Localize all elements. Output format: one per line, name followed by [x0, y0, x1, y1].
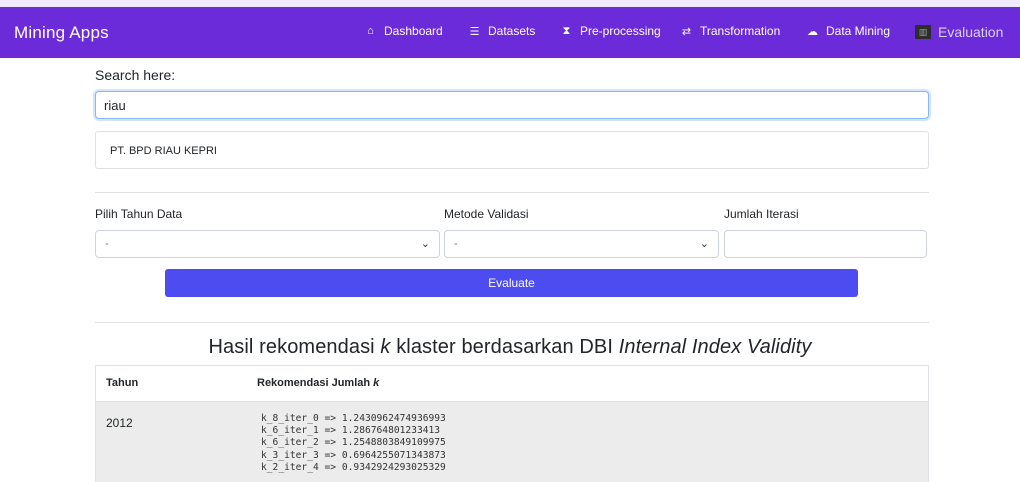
output-line: k_3_iter_3 => 0.6964255071343873 [261, 449, 446, 461]
search-input[interactable] [95, 91, 929, 119]
row-year: 2012 [106, 416, 133, 430]
results-title-prefix: Hasil rekomendasi [208, 336, 375, 358]
chevron-down-icon: ⌄ [420, 238, 430, 250]
method-label: Metode Validasi [444, 207, 529, 221]
exchange-icon: ⇄ [681, 25, 692, 38]
divider [95, 322, 929, 323]
search-label: Search here: [95, 67, 176, 83]
nav-data-mining-label: Data Mining [826, 24, 891, 38]
row-recommendation-output: k_8_iter_0 => 1.2430962474936993 k_6_iter… [261, 413, 446, 474]
chevron-down-icon: ⌄ [699, 238, 709, 250]
output-line: k_2_iter_4 => 0.9342924293025329 [261, 461, 446, 473]
output-line: k_6_iter_1 => 1.286764801233413 [261, 425, 441, 437]
nav-preprocessing-label: Pre-processing [580, 24, 661, 38]
year-select-value: - [105, 238, 109, 250]
column-header-recommendation: Rekomendasi Jumlah k [257, 377, 379, 389]
nav-dashboard[interactable]: ⌂ Dashboard [364, 24, 443, 38]
table-header: Tahun Rekomendasi Jumlah k [96, 366, 928, 402]
database-icon: ☰ [469, 25, 480, 38]
divider [95, 192, 929, 193]
results-title-italic: Internal Index Validity [618, 336, 812, 358]
method-select[interactable]: - ⌄ [444, 230, 719, 258]
nav-datasets[interactable]: ☰ Datasets [468, 24, 536, 38]
nav-data-mining[interactable]: ☁ Data Mining [806, 24, 890, 38]
navbar-top-strip [0, 0, 1020, 7]
table-row: 2012 k_8_iter_0 => 1.2430962474936993 k_6… [96, 402, 928, 482]
navbar: Mining Apps ⌂ Dashboard ☰ Datasets ⧗ Pre… [0, 0, 1020, 58]
nav-datasets-label: Datasets [488, 24, 536, 38]
nav-preprocessing[interactable]: ⧗ Pre-processing [560, 24, 661, 38]
year-select[interactable]: - ⌄ [95, 230, 440, 258]
nav-transformation[interactable]: ⇄ Transformation [680, 24, 780, 38]
evaluate-button[interactable]: Evaluate [165, 269, 858, 297]
chart-icon: ▥ [915, 25, 931, 39]
brand-link[interactable]: Mining Apps [14, 23, 109, 43]
output-line: k_6_iter_2 => 1.2548803849109975 [261, 437, 446, 449]
year-label: Pilih Tahun Data [95, 207, 183, 221]
cloud-icon: ☁ [807, 25, 818, 38]
search-results: PT. BPD RIAU KEPRI [95, 131, 929, 169]
hourglass-icon: ⧗ [562, 24, 571, 37]
home-icon: ⌂ [367, 25, 374, 37]
results-title: Hasil rekomendasi k klaster berdasarkan … [0, 336, 1020, 359]
iteration-input[interactable] [724, 230, 927, 258]
search-result-item[interactable]: PT. BPD RIAU KEPRI [110, 145, 217, 157]
method-select-value: - [454, 238, 458, 250]
results-title-k: k [380, 336, 391, 358]
results-title-middle: klaster berdasarkan DBI [396, 336, 614, 358]
nav-dashboard-label: Dashboard [384, 24, 443, 38]
column-header-year: Tahun [106, 377, 139, 389]
iteration-label: Jumlah Iterasi [724, 207, 799, 221]
column-header-recommendation-k: k [373, 377, 380, 389]
output-line: k_8_iter_0 => 1.2430962474936993 [261, 413, 446, 424]
results-table: Tahun Rekomendasi Jumlah k 2012 k_8_iter… [95, 365, 929, 482]
column-header-recommendation-text: Rekomendasi Jumlah [257, 377, 371, 389]
nav-evaluation-label: Evaluation [938, 24, 1004, 40]
nav-evaluation[interactable]: ▥ Evaluation [915, 24, 1003, 40]
nav-transformation-label: Transformation [700, 24, 781, 38]
